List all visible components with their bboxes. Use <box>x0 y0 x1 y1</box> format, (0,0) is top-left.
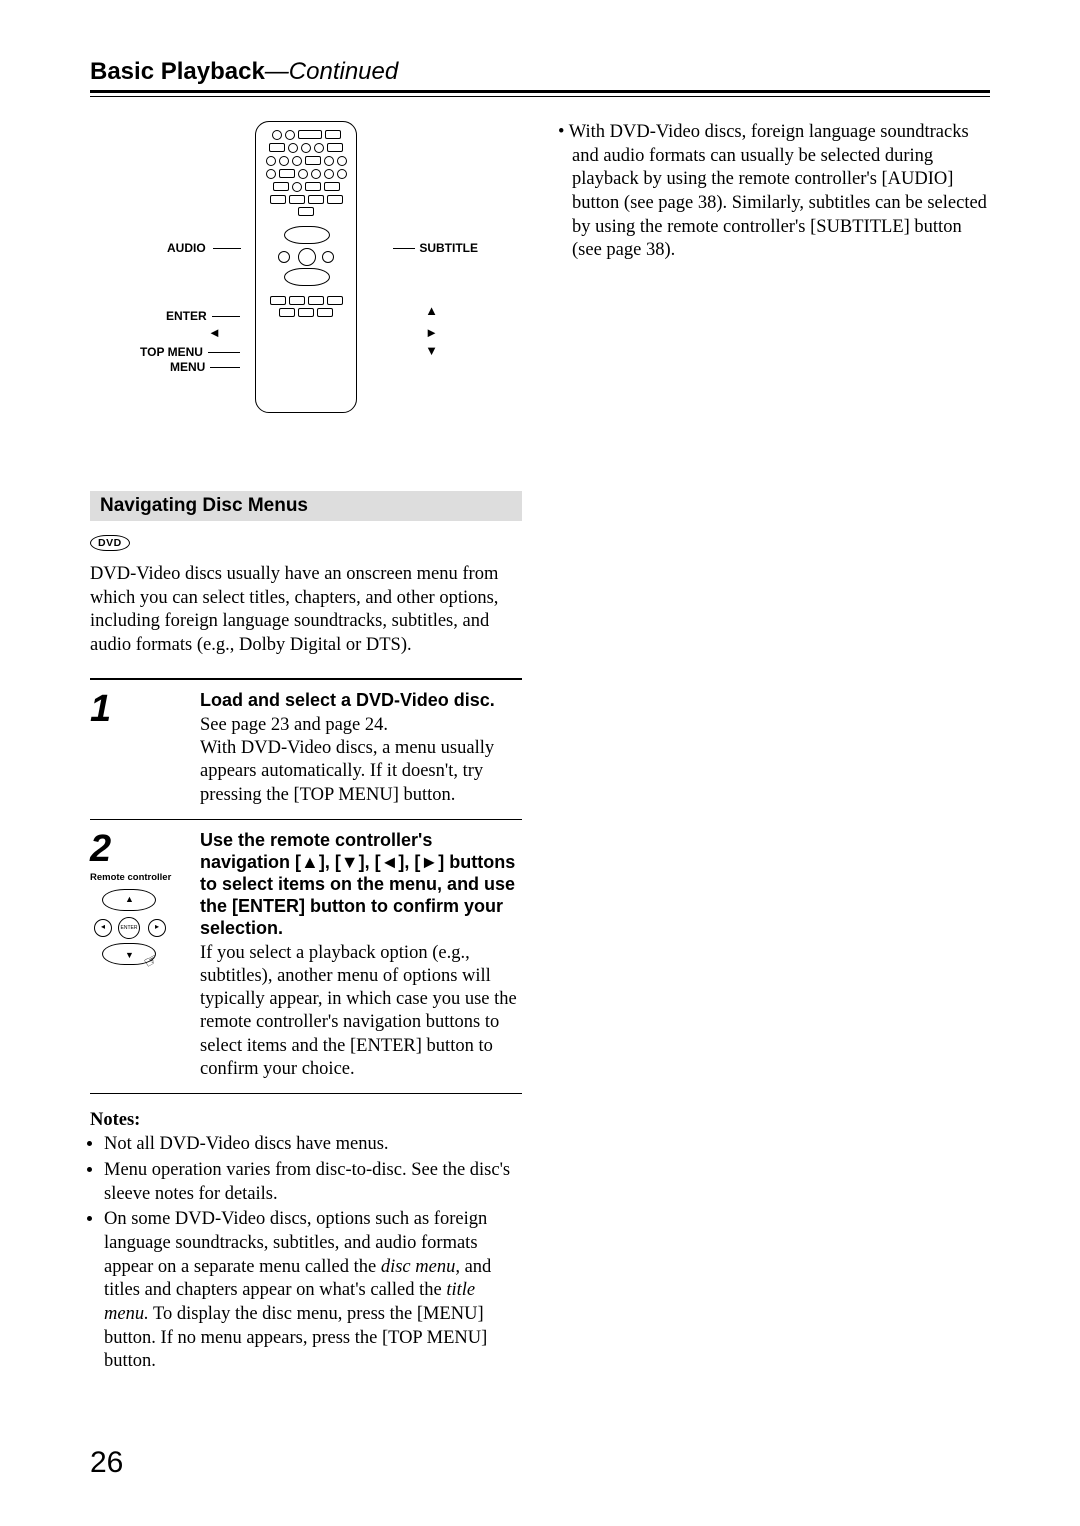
two-column-layout: AUDIO SUBTITLE ENTER ◄ TOP MENU MENU ▲ ►… <box>90 121 990 1376</box>
notes-heading: Notes: <box>90 1110 522 1131</box>
notes-list: Not all DVD-Video discs have menus. Menu… <box>90 1133 522 1374</box>
step-number: 1 <box>90 690 200 728</box>
arrow-right-icon: ► <box>425 325 438 340</box>
right-column: • With DVD-Video discs, foreign language… <box>558 121 990 1376</box>
note-item: Menu operation varies from disc-to-disc.… <box>104 1159 522 1206</box>
label-subtitle: SUBTITLE <box>419 241 478 255</box>
label-enter: ENTER <box>166 309 207 323</box>
note-item: Not all DVD-Video discs have menus. <box>104 1133 522 1157</box>
label-top-menu: TOP MENU <box>140 345 203 359</box>
steps-list: 1 Load and select a DVD-Video disc. See … <box>90 678 522 1095</box>
note-item: On some DVD-Video discs, options such as… <box>104 1208 522 1374</box>
step-1: 1 Load and select a DVD-Video disc. See … <box>90 680 522 820</box>
step-number-column: 1 <box>90 690 200 807</box>
remote-body-outline <box>255 121 357 413</box>
left-column: AUDIO SUBTITLE ENTER ◄ TOP MENU MENU ▲ ►… <box>90 121 522 1376</box>
right-column-bullet: • With DVD-Video discs, foreign language… <box>558 121 990 263</box>
arrow-down-icon: ▼ <box>425 343 438 358</box>
step-number: 2 <box>90 830 200 868</box>
step-heading: Use the remote controller's navigation [… <box>200 830 522 940</box>
step-heading: Load and select a DVD-Video disc. <box>200 690 522 712</box>
header-title-text: Basic Playback <box>90 58 265 85</box>
remote-controller-diagram: AUDIO SUBTITLE ENTER ◄ TOP MENU MENU ▲ ►… <box>90 121 522 441</box>
page-number: 26 <box>90 1446 123 1480</box>
step-content: Use the remote controller's navigation [… <box>200 830 522 1082</box>
step-sublabel: Remote controller <box>90 872 200 883</box>
header-continued: —Continued <box>265 58 398 85</box>
remote-nav-pad <box>276 226 336 286</box>
manual-page: Basic Playback—Continued <box>0 0 1080 1526</box>
label-audio: AUDIO <box>167 241 206 255</box>
page-header: Basic Playback—Continued <box>90 58 990 90</box>
arrow-left-icon: ◄ <box>208 325 221 340</box>
label-menu: MENU <box>170 360 205 374</box>
step-body: If you select a playback option (e.g., s… <box>200 942 522 1082</box>
step-body: See page 23 and page 24.With DVD-Video d… <box>200 714 522 807</box>
step-content: Load and select a DVD-Video disc. See pa… <box>200 690 522 807</box>
mini-remote-icon: ▲ ◂ ENTER ▸ ▼ ☞ <box>90 889 170 969</box>
section-intro-text: DVD-Video discs usually have an onscreen… <box>90 563 522 658</box>
step-2: 2 Remote controller ▲ ◂ ENTER ▸ ▼ ☞ Use … <box>90 820 522 1095</box>
arrow-up-icon: ▲ <box>425 303 438 318</box>
header-rule <box>90 90 990 97</box>
dvd-badge-icon: DVD <box>90 535 130 551</box>
step-number-column: 2 Remote controller ▲ ◂ ENTER ▸ ▼ ☞ <box>90 830 200 1082</box>
section-heading: Navigating Disc Menus <box>90 491 522 521</box>
